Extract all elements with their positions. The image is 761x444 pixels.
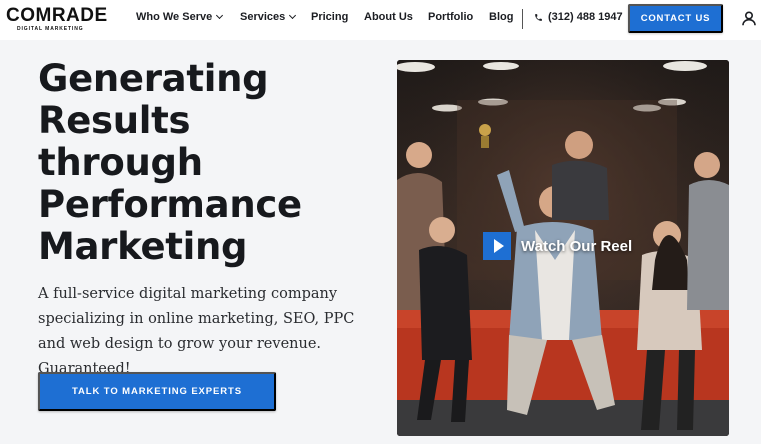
nav-blog[interactable]: Blog xyxy=(489,11,513,23)
nav-label: Services xyxy=(240,11,286,23)
nav-label: About Us xyxy=(364,11,413,23)
play-icon xyxy=(493,239,504,253)
nav-portfolio[interactable]: Portfolio xyxy=(428,11,473,23)
nav-about-us[interactable]: About Us xyxy=(364,11,413,23)
watch-reel-label: Watch Our Reel xyxy=(521,237,633,255)
play-button[interactable] xyxy=(483,232,511,260)
site-header: COMRADE DIGITAL MARKETING Who We Serve S… xyxy=(0,0,761,40)
watch-reel-control[interactable]: Watch Our Reel xyxy=(483,232,632,260)
hero-title: Generating Results through Performance M… xyxy=(38,58,378,268)
nav-divider xyxy=(522,9,523,29)
logo-wordmark: COMRADE xyxy=(6,5,108,26)
nav-services[interactable]: Services xyxy=(240,11,297,23)
nav-pricing[interactable]: Pricing xyxy=(311,11,348,23)
hero-title-line: Results xyxy=(38,99,191,142)
chevron-down-icon xyxy=(289,11,297,20)
brand-logo[interactable]: COMRADE DIGITAL MARKETING xyxy=(6,6,110,34)
nav-who-we-serve[interactable]: Who We Serve xyxy=(136,11,224,23)
phone-link[interactable]: (312) 488 1947 xyxy=(534,11,623,23)
phone-number: (312) 488 1947 xyxy=(548,11,623,23)
logo-tagline: DIGITAL MARKETING xyxy=(17,26,84,32)
reel-video-panel[interactable]: Watch Our Reel xyxy=(397,60,729,436)
talk-to-experts-button[interactable]: TALK TO MARKETING EXPERTS xyxy=(38,372,276,411)
user-icon[interactable] xyxy=(742,11,756,26)
chevron-down-icon xyxy=(216,11,224,20)
nav-label: Blog xyxy=(489,11,514,23)
nav-label: Pricing xyxy=(311,11,349,23)
phone-icon xyxy=(535,13,542,21)
hero-title-line: Generating xyxy=(38,57,269,100)
hero-title-line: through xyxy=(38,141,203,184)
hero-subtitle: A full-service digital marketing company… xyxy=(38,286,355,377)
hero-title-line: Marketing xyxy=(38,225,248,268)
hero-title-line: Performance xyxy=(38,183,302,226)
nav-label: Who We Serve xyxy=(136,11,213,23)
contact-us-button[interactable]: CONTACT US xyxy=(628,4,723,33)
nav-label: Portfolio xyxy=(428,11,474,23)
